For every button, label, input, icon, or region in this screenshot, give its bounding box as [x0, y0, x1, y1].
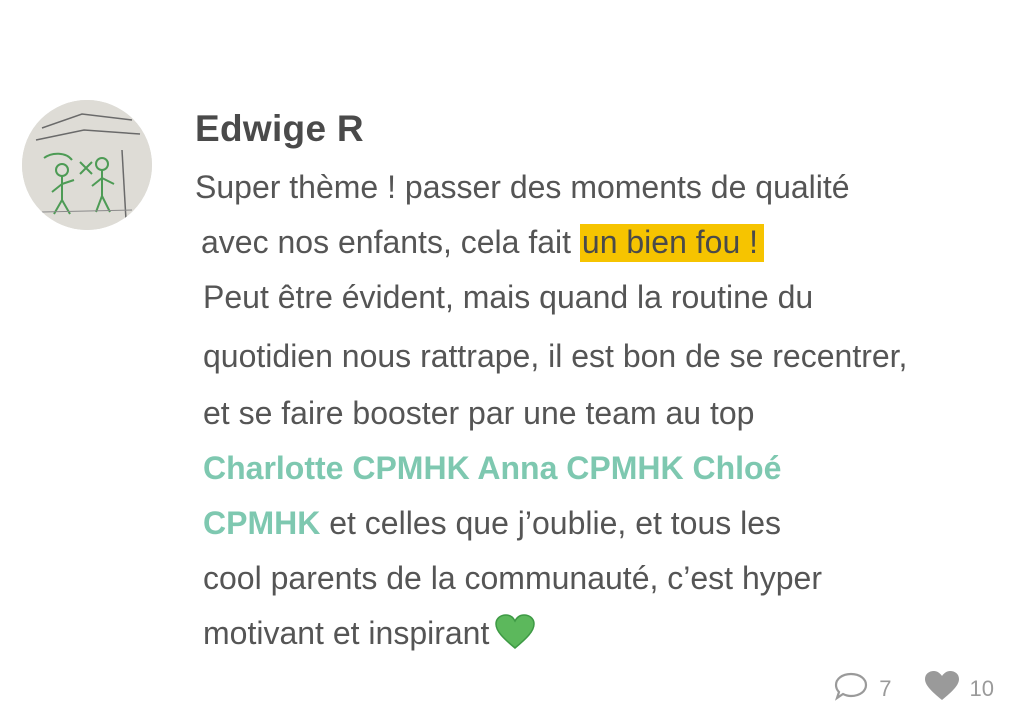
- comment-line: cool parents de la communauté, c’est hyp…: [203, 560, 822, 596]
- comment-text: et celles que j’oublie, et tous les: [320, 505, 782, 541]
- mention-links[interactable]: Charlotte CPMHK Anna CPMHK Chloé: [203, 450, 781, 486]
- comment-line: Peut être évident, mais quand la routine…: [203, 279, 814, 315]
- avatar-drawing-icon: [22, 100, 152, 230]
- like-button[interactable]: 10: [924, 670, 994, 708]
- comment-card: Edwige R Super thème ! passer des moment…: [0, 0, 1024, 728]
- comment-line: motivant et inspirant: [195, 606, 1015, 661]
- comments-button[interactable]: 7: [833, 671, 892, 707]
- mention-link[interactable]: CPMHK: [203, 505, 320, 541]
- like-count: 10: [969, 676, 994, 701]
- comment-line: Charlotte CPMHK Anna CPMHK Chloé: [195, 441, 1015, 496]
- comment-line: et se faire booster par une team au top: [203, 395, 755, 431]
- avatar[interactable]: [22, 100, 152, 230]
- comment-text: motivant et inspirant: [203, 615, 490, 651]
- comment-line: quotidien nous rattrape, il est bon de s…: [203, 338, 908, 374]
- comment-line: Super thème ! passer des moments de qual…: [195, 169, 850, 205]
- comment-count: 7: [879, 676, 892, 701]
- green-heart-icon: [495, 612, 536, 667]
- comment-text: avec nos enfants, cela fait: [201, 224, 580, 260]
- heart-icon: [924, 670, 960, 708]
- comment-footer: 7 10: [833, 670, 994, 708]
- author-name[interactable]: Edwige R: [195, 108, 364, 150]
- comment-line: CPMHK et celles que j’oublie, et tous le…: [195, 496, 1015, 551]
- comment-body: Super thème ! passer des moments de qual…: [195, 160, 1015, 661]
- comment-bubble-icon: [833, 671, 869, 707]
- comment-line: avec nos enfants, cela fait un bien fou …: [195, 215, 1015, 270]
- highlighted-text: un bien fou !: [579, 224, 765, 262]
